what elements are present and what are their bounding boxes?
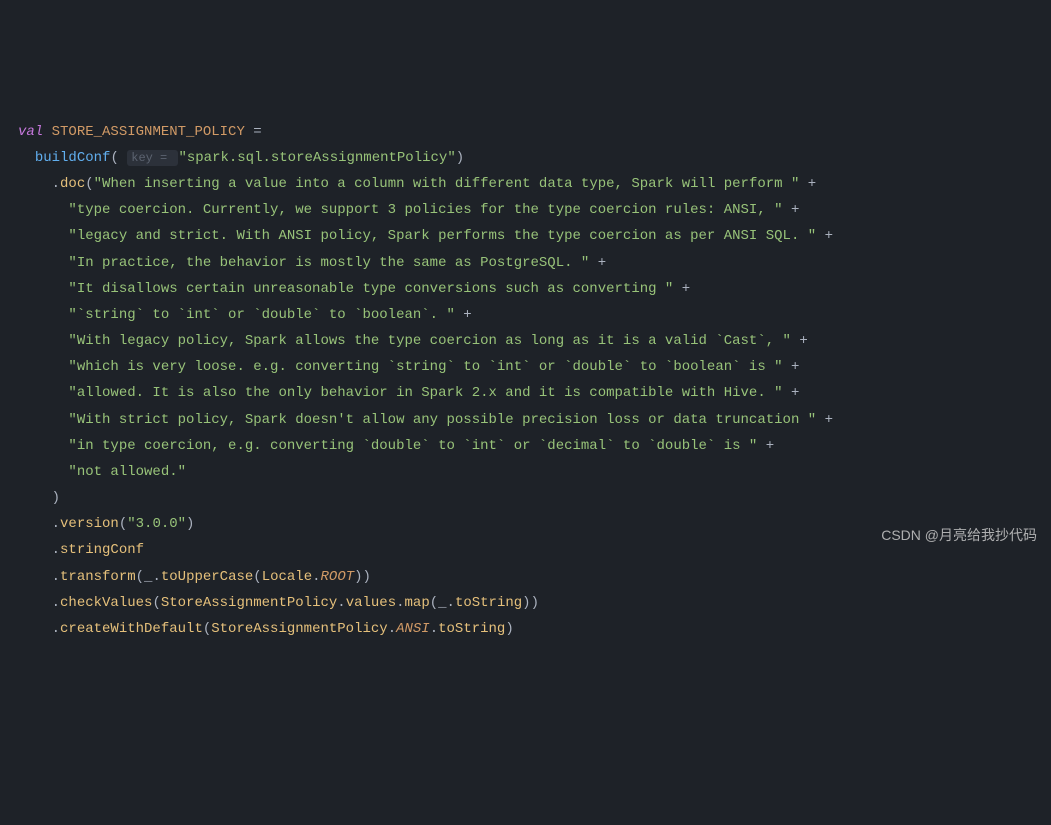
doc-method: doc: [60, 176, 85, 192]
locale-class: Locale: [262, 569, 312, 585]
map-method: map: [405, 595, 430, 611]
keyword-val: val: [18, 124, 43, 140]
touppercase: toUpperCase: [161, 569, 253, 585]
doc-line: "not allowed.": [68, 464, 186, 480]
doc-line: "in type coercion, e.g. converting `doub…: [68, 438, 757, 454]
tostring2: toString: [438, 621, 505, 637]
version-string: "3.0.0": [127, 516, 186, 532]
version-method: version: [60, 516, 119, 532]
doc-line: "type coercion. Currently, we support 3 …: [68, 202, 782, 218]
doc-line: "allowed. It is also the only behavior i…: [68, 385, 782, 401]
doc-line: "With legacy policy, Spark allows the ty…: [68, 333, 791, 349]
checkvalues-method: checkValues: [60, 595, 152, 611]
key-hint: key =: [127, 150, 178, 166]
stringconf-method: stringConf: [60, 542, 144, 558]
doc-line: "In practice, the behavior is mostly the…: [68, 255, 589, 271]
root-prop: ROOT: [321, 569, 355, 585]
storeassignmentpolicy2: StoreAssignmentPolicy: [211, 621, 387, 637]
equals-op: =: [245, 124, 262, 140]
key-string: "spark.sql.storeAssignmentPolicy": [178, 150, 455, 166]
createwithdefault-method: createWithDefault: [60, 621, 203, 637]
code-block: val STORE_ASSIGNMENT_POLICY = buildConf(…: [18, 119, 1033, 642]
doc-line: "It disallows certain unreasonable type …: [68, 281, 673, 297]
doc-line: "which is very loose. e.g. converting `s…: [68, 359, 782, 375]
ansi-prop: ANSI: [396, 621, 430, 637]
transform-method: transform: [60, 569, 136, 585]
doc-line: "When inserting a value into a column wi…: [94, 176, 800, 192]
buildconf-call: buildConf: [35, 150, 111, 166]
values-prop: values: [346, 595, 396, 611]
watermark: CSDN @月亮给我抄代码: [881, 522, 1037, 548]
storeassignmentpolicy: StoreAssignmentPolicy: [161, 595, 337, 611]
doc-line: "With strict policy, Spark doesn't allow…: [68, 412, 816, 428]
doc-line: "`string` to `int` or `double` to `boole…: [68, 307, 454, 323]
tostring: toString: [455, 595, 522, 611]
doc-line: "legacy and strict. With ANSI policy, Sp…: [68, 228, 816, 244]
constant-name: STORE_ASSIGNMENT_POLICY: [52, 124, 245, 140]
